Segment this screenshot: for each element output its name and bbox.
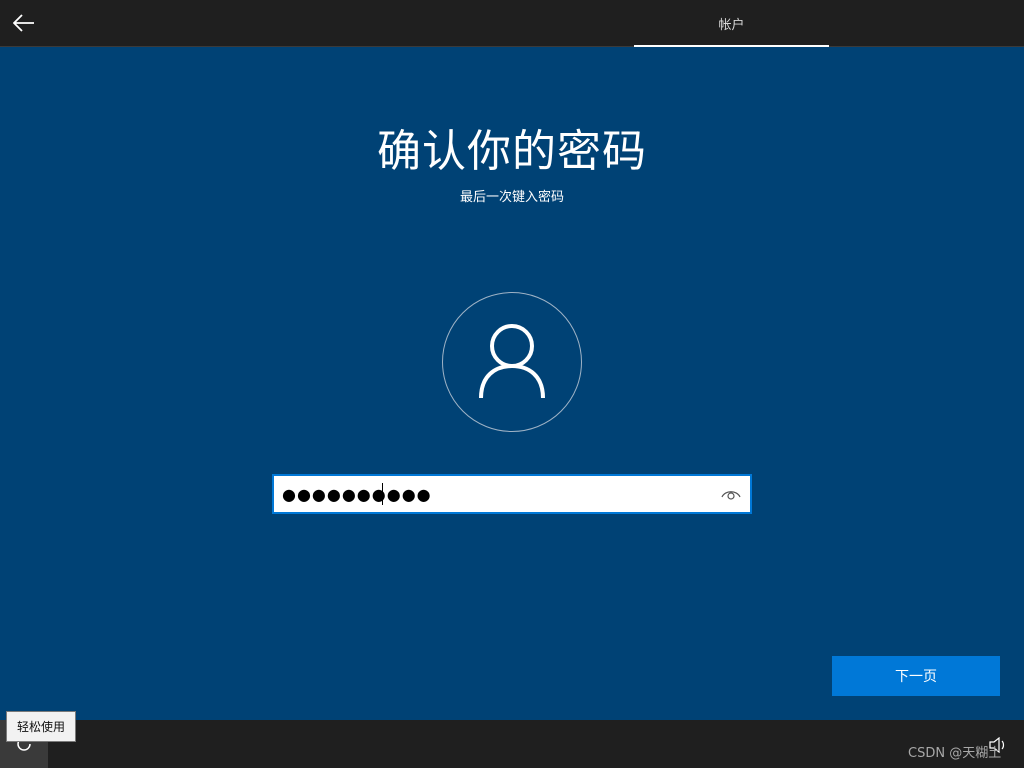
page-subtitle: 最后一次键入密码 [459, 190, 564, 205]
accessibility-tooltip: 轻松使用 [6, 711, 77, 742]
password-input[interactable] [282, 478, 712, 510]
next-button[interactable]: 下一页 [832, 656, 1000, 696]
top-bar: 帐户 [0, 0, 1024, 47]
arrow-left-icon [13, 14, 34, 32]
password-field[interactable] [272, 474, 752, 514]
reveal-password-button[interactable] [718, 482, 744, 506]
watermark: CSDN @天糊土 [908, 746, 1002, 761]
text-caret [382, 483, 383, 505]
tab-account[interactable]: 帐户 [634, 0, 829, 47]
main-panel: 确认你的密码 最后一次键入密码 下一页 [0, 48, 1024, 720]
page-title: 确认你的密码 [377, 126, 647, 177]
eye-icon [721, 491, 741, 500]
tab-account-label: 帐户 [718, 18, 745, 33]
bottom-bar [0, 720, 1024, 768]
back-button[interactable] [4, 4, 44, 42]
user-icon [479, 324, 545, 399]
tab-active-indicator [634, 45, 829, 47]
avatar [442, 292, 582, 432]
